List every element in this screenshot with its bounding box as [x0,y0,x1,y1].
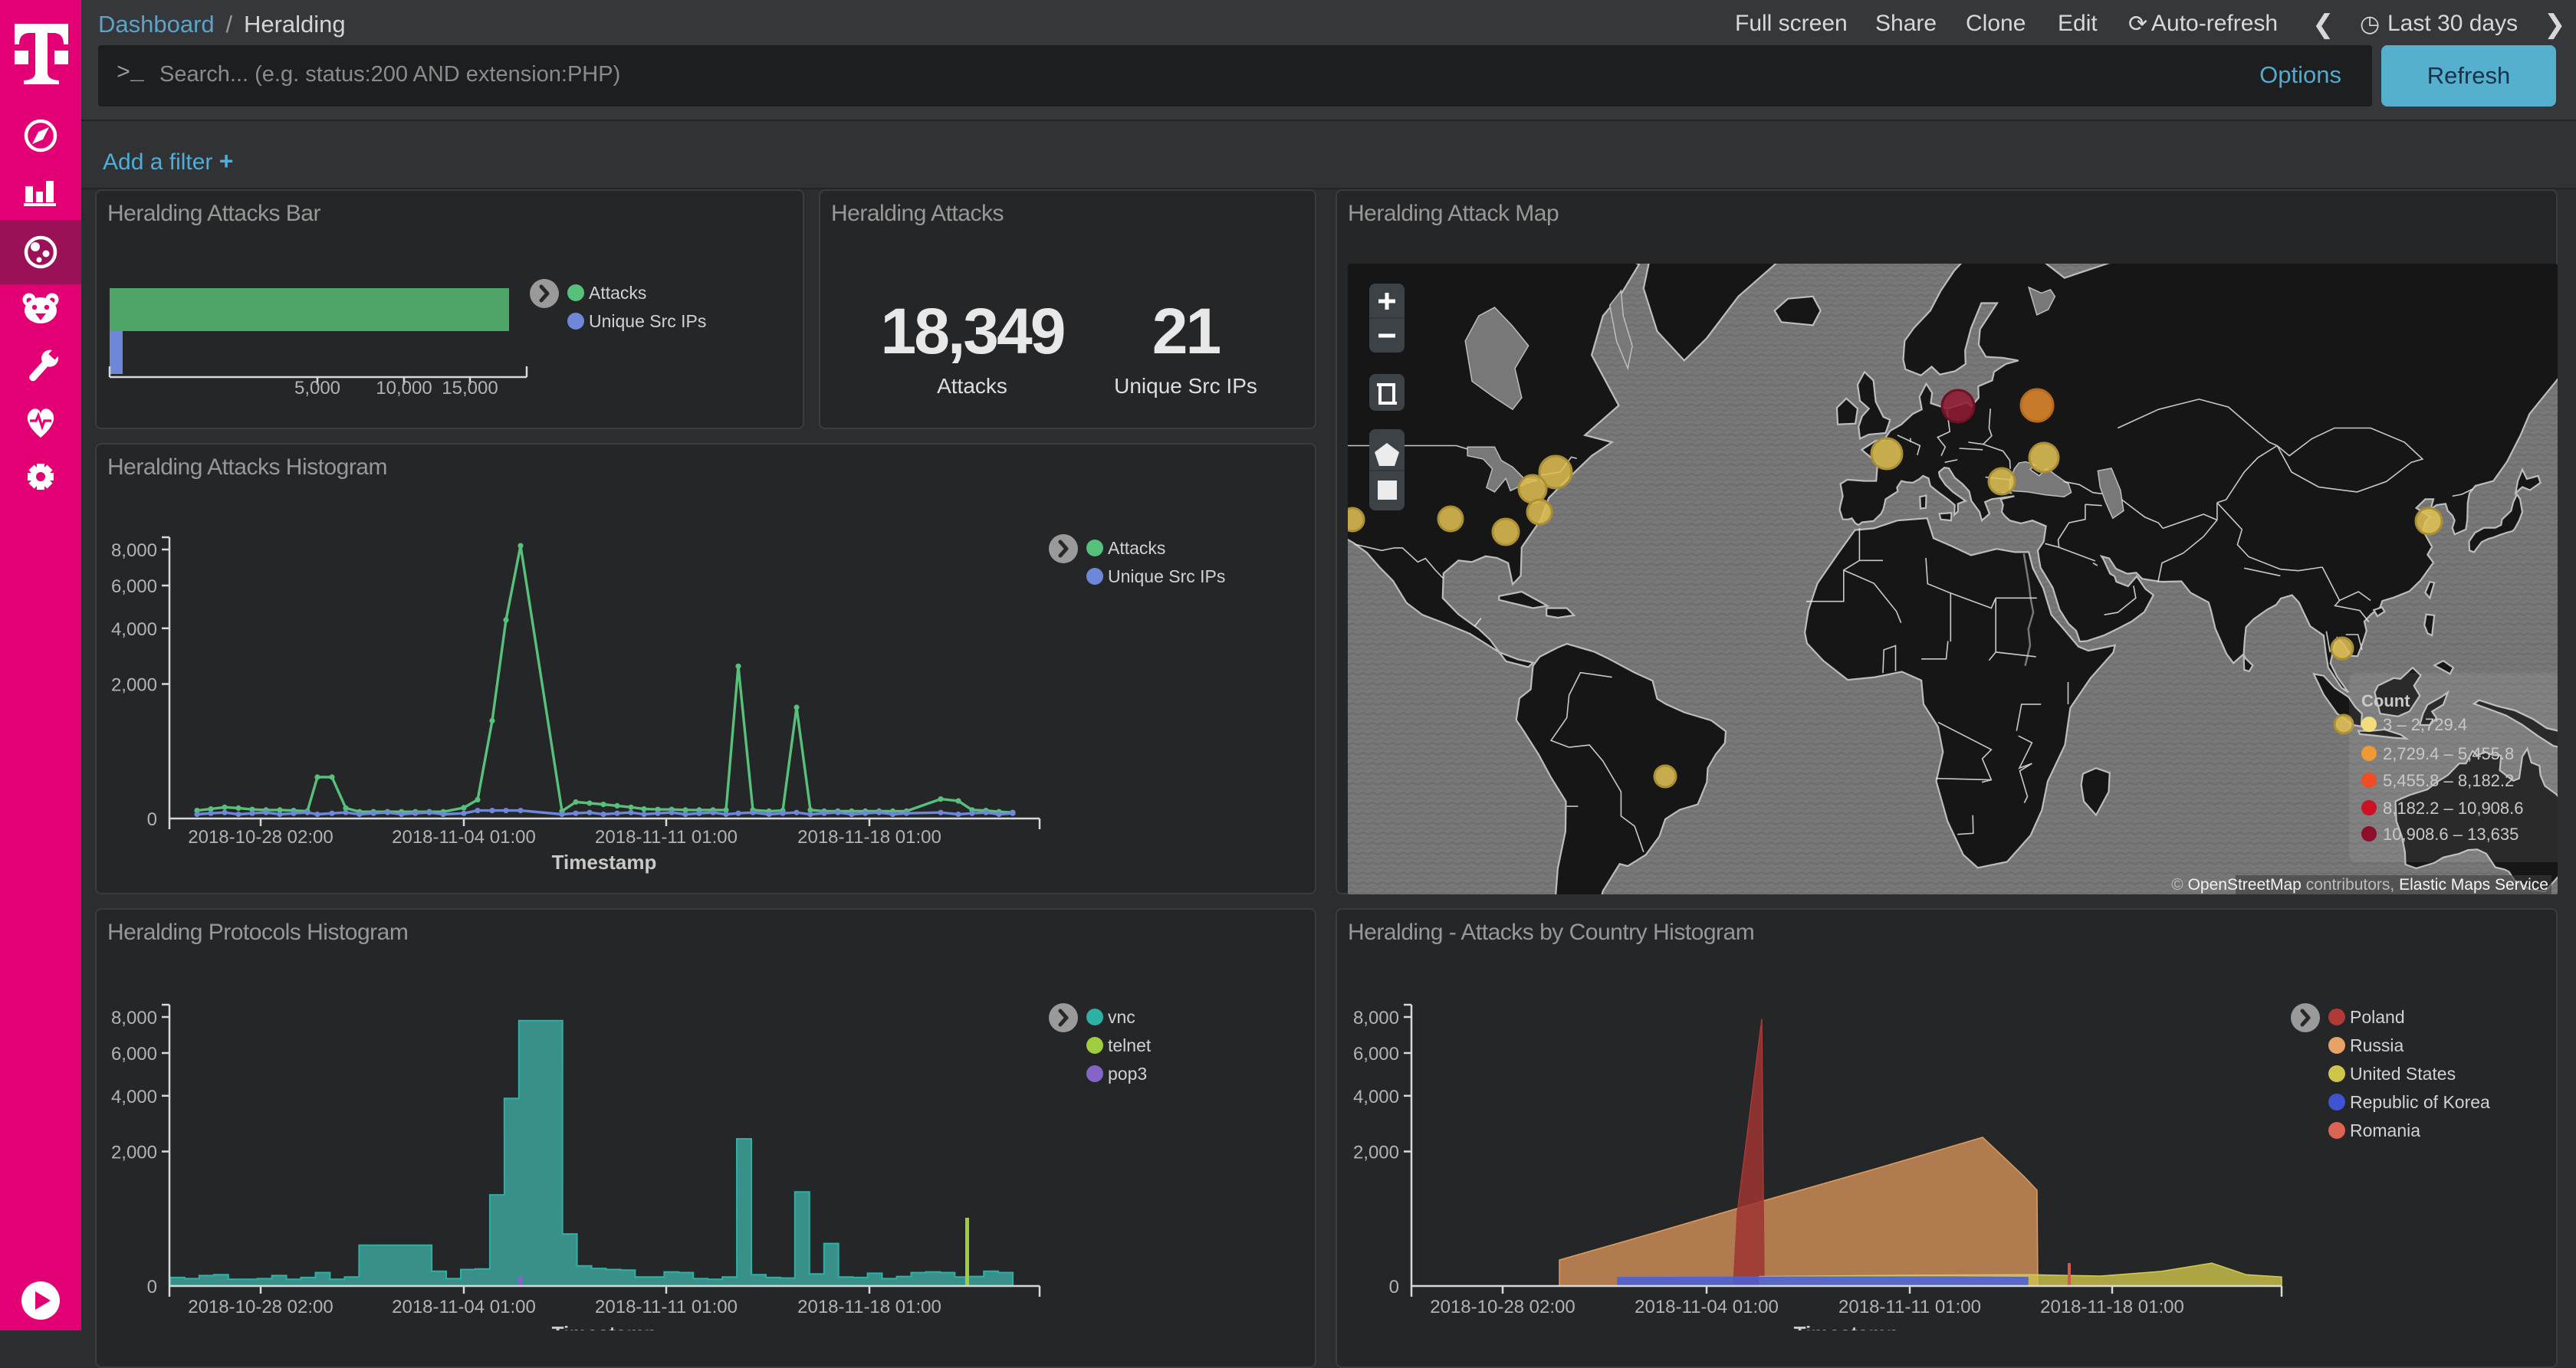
svg-text:2018-11-11 01:00: 2018-11-11 01:00 [595,827,738,848]
svg-text:4,000: 4,000 [111,1087,157,1107]
svg-text:2,729.4 – 5,455.8: 2,729.4 – 5,455.8 [2383,744,2514,763]
svg-text:3 – 2,729.4: 3 – 2,729.4 [2383,715,2467,734]
svg-text:0: 0 [1389,1277,1399,1297]
svg-text:telnet: telnet [1108,1035,1152,1055]
svg-text:2018-11-04 01:00: 2018-11-04 01:00 [392,1297,536,1317]
svg-text:2018-10-28 02:00: 2018-10-28 02:00 [188,827,334,848]
svg-text:Timestamp: Timestamp [552,1322,657,1330]
svg-text:2018-11-18 01:00: 2018-11-18 01:00 [2040,1297,2184,1317]
svg-text:Romania: Romania [2350,1120,2420,1140]
svg-text:8,000: 8,000 [111,1008,157,1028]
svg-text:2018-11-11 01:00: 2018-11-11 01:00 [595,1297,738,1317]
svg-text:2,000: 2,000 [1353,1143,1399,1163]
svg-text:Timestamp: Timestamp [552,851,657,874]
svg-text:8,000: 8,000 [1353,1008,1399,1028]
svg-text:2,000: 2,000 [111,1143,157,1163]
svg-text:6,000: 6,000 [1353,1044,1399,1065]
svg-text:© OpenStreetMap contributors,: © OpenStreetMap contributors, Elastic Ma… [2171,876,2548,894]
svg-text:6,000: 6,000 [111,576,157,597]
svg-text:5,455.8 – 8,182.2: 5,455.8 – 8,182.2 [2383,771,2514,790]
svg-text:2018-11-11 01:00: 2018-11-11 01:00 [1838,1297,1981,1317]
svg-text:2018-11-04 01:00: 2018-11-04 01:00 [392,827,536,848]
svg-text:15,000: 15,000 [442,378,498,399]
svg-text:8,182.2 – 10,908.6: 8,182.2 – 10,908.6 [2383,799,2524,818]
svg-text:Count: Count [2361,691,2410,710]
svg-text:5,000: 5,000 [294,378,340,399]
svg-text:Russia: Russia [2350,1035,2404,1055]
svg-text:8,000: 8,000 [111,540,157,561]
svg-text:Attacks: Attacks [1108,538,1165,558]
svg-text:vnc: vnc [1108,1007,1135,1027]
svg-text:10,000: 10,000 [376,378,432,399]
svg-text:pop3: pop3 [1108,1064,1147,1084]
svg-text:2018-10-28 02:00: 2018-10-28 02:00 [188,1297,334,1317]
svg-text:10,908.6 – 13,635: 10,908.6 – 13,635 [2383,825,2518,844]
svg-text:United States: United States [2350,1064,2456,1084]
svg-text:2018-10-28 02:00: 2018-10-28 02:00 [1430,1297,1576,1317]
svg-text:Poland: Poland [2350,1007,2405,1027]
svg-text:Attacks: Attacks [589,283,646,303]
svg-text:0: 0 [147,1277,157,1297]
svg-text:6,000: 6,000 [111,1044,157,1065]
svg-text:4,000: 4,000 [1353,1087,1399,1107]
svg-text:4,000: 4,000 [111,619,157,640]
svg-text:2018-11-04 01:00: 2018-11-04 01:00 [1635,1297,1779,1317]
svg-text:2018-11-18 01:00: 2018-11-18 01:00 [797,1297,941,1317]
svg-text:Unique Src IPs: Unique Src IPs [589,311,706,331]
svg-text:Republic of Korea: Republic of Korea [2350,1092,2490,1112]
svg-text:2,000: 2,000 [111,675,157,696]
svg-text:Unique Src IPs: Unique Src IPs [1108,566,1225,586]
svg-text:0: 0 [147,809,157,830]
svg-text:Timestamp: Timestamp [1794,1322,1899,1330]
svg-text:2018-11-18 01:00: 2018-11-18 01:00 [797,827,941,848]
